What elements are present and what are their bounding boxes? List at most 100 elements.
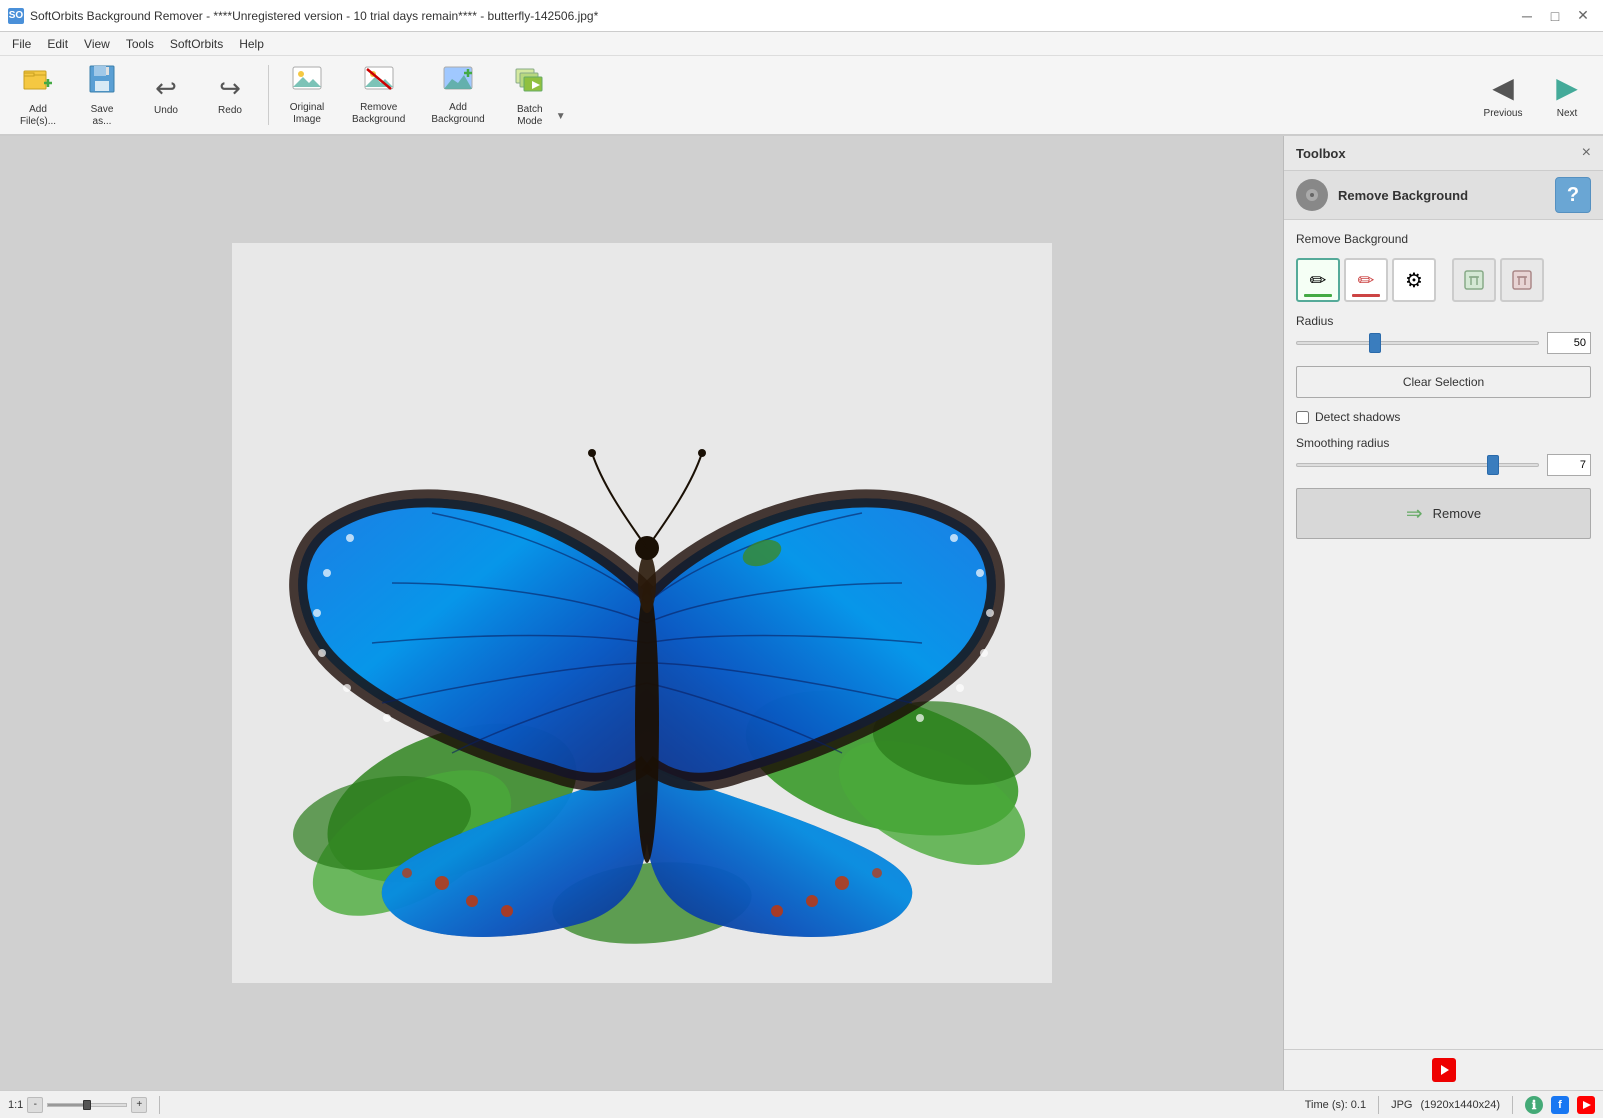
radius-section: Radius [1296,314,1591,354]
erase-remove-button[interactable] [1500,258,1544,302]
detect-shadows-row: Detect shadows [1296,410,1591,424]
radius-slider-container [1296,333,1539,353]
close-button[interactable]: ✕ [1571,6,1595,26]
format-label: JPG [1391,1099,1412,1111]
radius-slider-thumb[interactable] [1369,333,1381,353]
undo-label: Undo [154,105,178,116]
menu-tools[interactable]: Tools [118,35,162,53]
radius-slider-track [1296,341,1539,345]
add-background-button[interactable]: AddBackground [420,61,495,129]
save-as-label: Saveas... [91,104,114,128]
erase-keep-button[interactable] [1452,258,1496,302]
smoothing-value-input[interactable] [1547,454,1591,476]
save-as-icon [86,63,118,100]
remove-arrow-icon: ⇒ [1406,501,1423,526]
menu-view[interactable]: View [76,35,118,53]
menu-file[interactable]: File [4,35,39,53]
clear-selection-button[interactable]: Clear Selection [1296,366,1591,398]
status-bar: 1:1 - + Time (s): 0.1 JPG (1920x1440x24)… [0,1090,1603,1118]
batch-mode-button[interactable]: BatchMode [500,61,560,129]
window-controls: ─ □ ✕ [1515,6,1595,26]
remove-brush-icon: ✏ [1358,268,1375,293]
batch-mode-label: BatchMode [517,104,543,128]
smoothing-slider-track [1296,463,1539,467]
remove-background-section-icon [1296,179,1328,211]
status-sep-2 [1378,1096,1379,1114]
toolbar-dropdown-arrow[interactable]: ▼ [556,111,566,122]
remove-button[interactable]: ⇒ Remove [1296,488,1591,539]
detect-shadows-checkbox[interactable] [1296,411,1309,424]
green-underline [1304,294,1332,297]
facebook-button[interactable]: f [1551,1096,1569,1114]
window-title: SoftOrbits Background Remover - ****Unre… [30,9,1515,23]
remove-background-icon [363,65,395,98]
original-image-button[interactable]: OriginalImage [277,61,337,129]
next-label: Next [1557,108,1578,119]
zoom-slider[interactable] [47,1103,127,1107]
maximize-button[interactable]: □ [1543,6,1567,26]
toolbox-section-header: Remove Background ? [1284,171,1603,220]
dimensions-label: (1920x1440x24) [1420,1099,1500,1111]
previous-label: Previous [1484,108,1523,119]
auto-brush-icon: ⚙ [1405,268,1423,293]
remove-background-label: RemoveBackground [352,102,405,126]
auto-brush-button[interactable]: ⚙ [1392,258,1436,302]
app-icon: SO [8,8,24,24]
toolbox-panel: Toolbox × Remove Background ? Remove Bac… [1283,136,1603,1090]
redo-label: Redo [218,105,242,116]
image-canvas[interactable] [232,243,1052,983]
youtube-icon-toolbox[interactable] [1432,1058,1456,1082]
time-label: Time (s): 0.1 [1305,1099,1366,1111]
add-files-icon [22,63,54,100]
smoothing-radius-row [1296,454,1591,476]
toolbar-nav: ◀ Previous ▶ Next [1475,61,1595,129]
save-as-button[interactable]: Saveas... [72,61,132,129]
help-button[interactable]: ? [1555,177,1591,213]
youtube-button[interactable] [1577,1096,1595,1114]
title-bar: SO SoftOrbits Background Remover - ****U… [0,0,1603,32]
add-background-label: AddBackground [431,102,484,126]
toolbar-sep-1 [268,65,269,125]
zoom-out-button[interactable]: - [27,1097,43,1113]
keep-brush-button[interactable]: ✏ [1296,258,1340,302]
batch-mode-icon [514,63,546,100]
toolbox-close-button[interactable]: × [1582,144,1591,162]
menu-help[interactable]: Help [231,35,272,53]
remove-background-section-label: Remove Background [1296,232,1591,246]
menu-softorbits[interactable]: SoftOrbits [162,35,231,53]
zoom-thumb[interactable] [83,1100,91,1110]
toolbar: AddFile(s)... Saveas... ↩ Undo ↪ Redo [0,56,1603,136]
add-files-button[interactable]: AddFile(s)... [8,61,68,129]
smoothing-radius-label: Smoothing radius [1296,436,1591,450]
minimize-button[interactable]: ─ [1515,6,1539,26]
info-button[interactable]: ℹ [1525,1096,1543,1114]
brush-tools-group: ✏ ✏ ⚙ [1296,258,1591,302]
toolbox-spacer [1284,551,1603,1049]
butterfly-image [232,243,1052,983]
zoom-in-button[interactable]: + [131,1097,147,1113]
smoothing-slider-thumb[interactable] [1487,455,1499,475]
radius-row [1296,332,1591,354]
toolbox-title: Toolbox [1296,146,1346,161]
radius-value-input[interactable] [1547,332,1591,354]
add-background-icon [442,65,474,98]
remove-brush-button[interactable]: ✏ [1344,258,1388,302]
smoothing-radius-section: Smoothing radius [1296,436,1591,476]
original-image-icon [291,65,323,98]
original-image-label: OriginalImage [290,102,324,126]
smoothing-slider-container [1296,455,1539,475]
next-button[interactable]: ▶ Next [1539,61,1595,129]
previous-icon: ◀ [1492,71,1514,104]
menu-edit[interactable]: Edit [39,35,76,53]
remove-background-button[interactable]: RemoveBackground [341,61,416,129]
status-right: Time (s): 0.1 JPG (1920x1440x24) ℹ f [1305,1096,1595,1114]
status-sep-1 [159,1096,160,1114]
detect-shadows-label: Detect shadows [1315,410,1400,424]
brush-group-spacer [1440,258,1448,302]
undo-button[interactable]: ↩ Undo [136,61,196,129]
previous-button[interactable]: ◀ Previous [1475,61,1531,129]
toolbox-header: Toolbox × [1284,136,1603,171]
canvas-area[interactable] [0,136,1283,1090]
redo-button[interactable]: ↪ Redo [200,61,260,129]
keep-brush-icon: ✏ [1310,268,1327,293]
